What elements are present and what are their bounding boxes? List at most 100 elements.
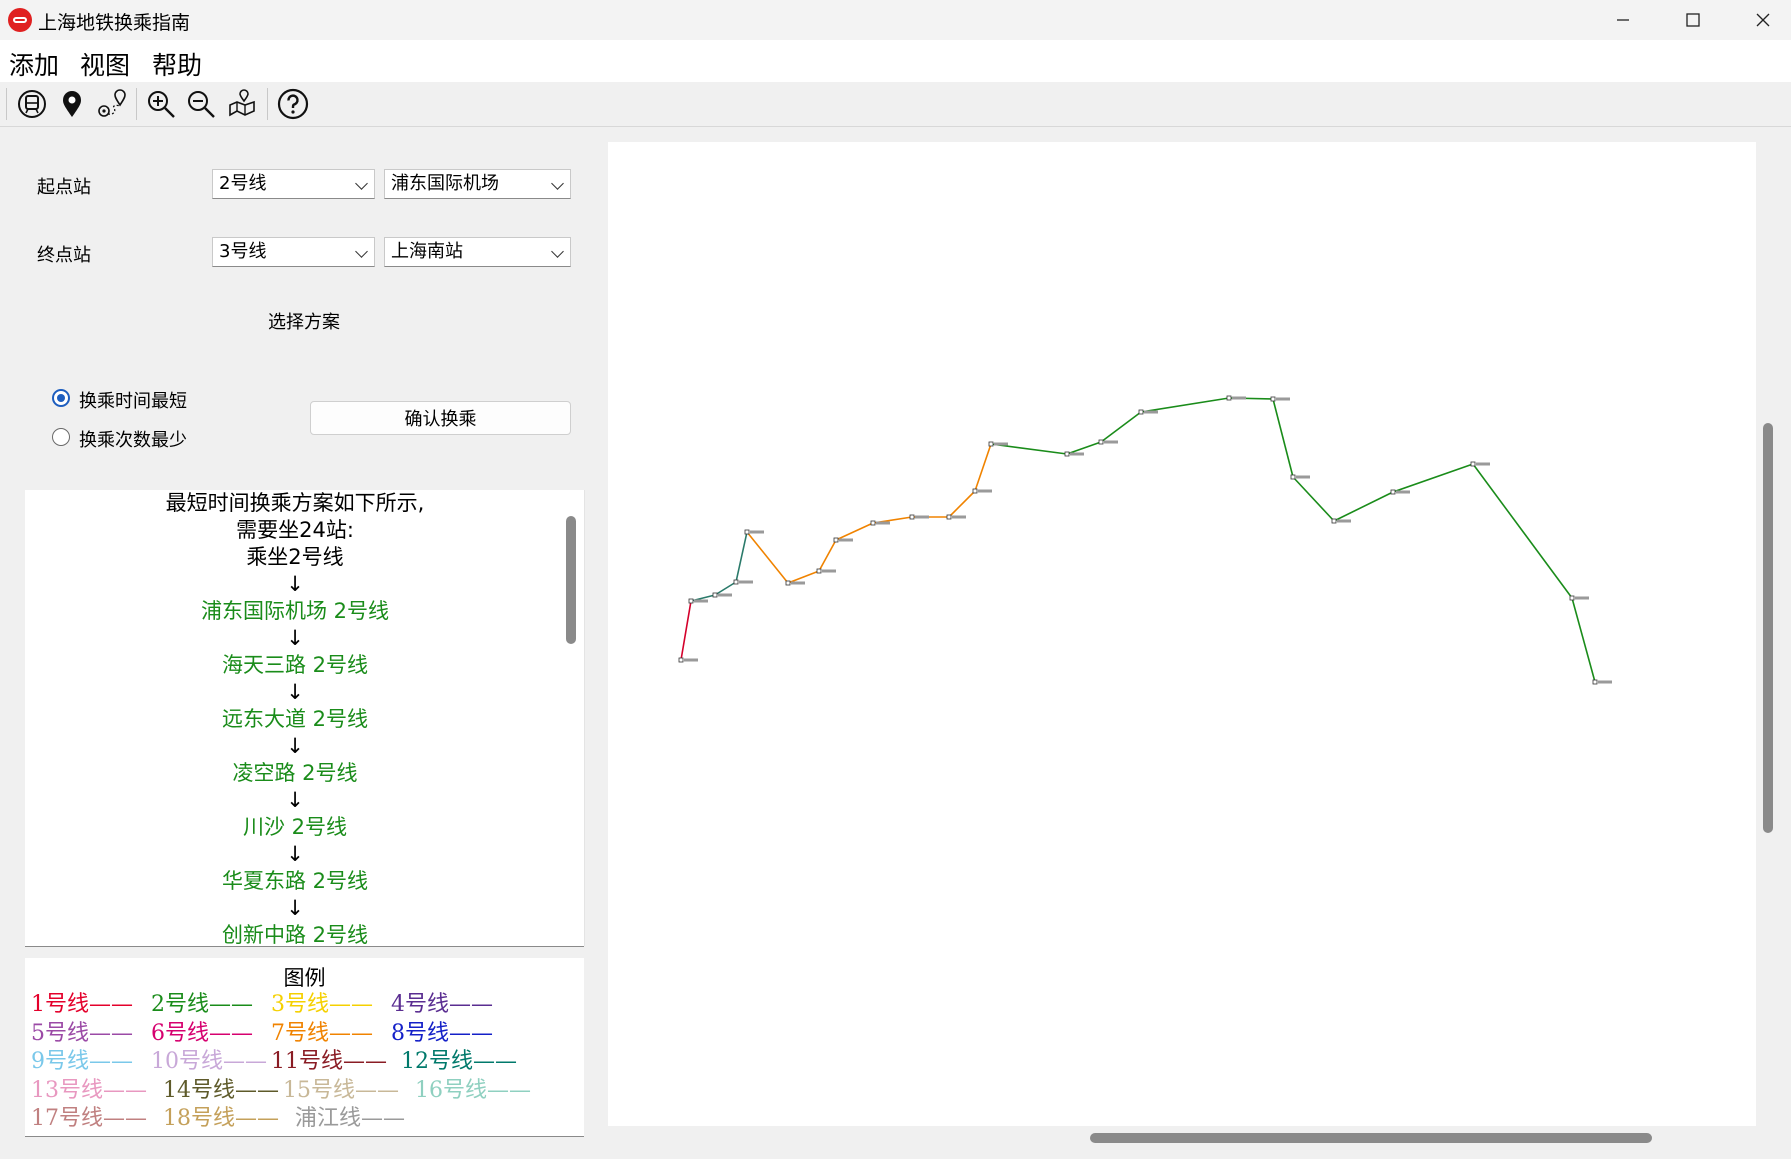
- station-label-mark: [1232, 396, 1246, 400]
- zoom-out-icon[interactable]: [184, 87, 218, 121]
- station-node: [870, 520, 876, 526]
- route-segment: [835, 522, 874, 541]
- location-pin-icon[interactable]: [55, 87, 89, 121]
- result-header-line: 最短时间换乘方案如下所示,: [165, 491, 425, 515]
- route-segment: [1100, 411, 1142, 443]
- legend-item: 浦江线——: [295, 1106, 406, 1131]
- end-line-value: 3号线: [219, 241, 267, 262]
- legend-item: 9号线——: [31, 1049, 133, 1074]
- legend-item: 18号线——: [163, 1106, 279, 1131]
- legend-item: 16号线——: [415, 1077, 531, 1103]
- station-label-mark: [718, 593, 732, 597]
- zoom-in-icon[interactable]: [144, 87, 178, 121]
- start-station-value: 浦东国际机场: [391, 173, 499, 194]
- menu-add[interactable]: 添加: [9, 46, 59, 82]
- station-node: [988, 441, 994, 447]
- minimize-icon[interactable]: [1588, 0, 1658, 40]
- metro-train-icon[interactable]: [15, 87, 49, 121]
- route-station: 凌空路 2号线: [232, 761, 358, 785]
- station-node: [1226, 395, 1232, 401]
- route-segment: [1140, 397, 1230, 413]
- result-panel[interactable]: 最短时间换乘方案如下所示, 需要坐24站: 乘坐2号线 ↓ 浦东国际机场 2号线 ↓ 海天三…: [25, 490, 585, 946]
- menu-help[interactable]: 帮助: [152, 46, 202, 82]
- radio-fewest-transfers[interactable]: [52, 428, 70, 446]
- map-vertical-scrollbar[interactable]: [1763, 423, 1773, 833]
- window-title: 上海地铁换乘指南: [38, 12, 191, 34]
- station-label-mark: [876, 521, 890, 525]
- legend-item: 1号线——: [31, 992, 133, 1017]
- down-arrow-icon: ↓: [286, 572, 304, 596]
- legend-item: 15号线——: [283, 1077, 399, 1103]
- legend-item: 12号线——: [401, 1049, 517, 1074]
- end-station-select[interactable]: 上海南站: [384, 237, 571, 267]
- down-arrow-icon: ↓: [286, 788, 304, 812]
- legend-item: 3号线——: [271, 992, 373, 1017]
- maximize-icon[interactable]: [1658, 0, 1728, 40]
- option-fewest-transfers-label[interactable]: 换乘次数最少: [79, 426, 187, 452]
- station-label-mark: [1598, 680, 1612, 684]
- start-line-value: 2号线: [219, 173, 267, 194]
- station-label-mark: [978, 489, 992, 493]
- route-segment: [974, 443, 992, 492]
- title-bar: 上海地铁换乘指南: [0, 0, 1791, 40]
- down-arrow-icon: ↓: [286, 842, 304, 866]
- route-segment: [1472, 463, 1573, 599]
- chevron-down-icon: [355, 245, 368, 258]
- station-node: [946, 514, 952, 520]
- close-icon[interactable]: [1728, 0, 1791, 40]
- legend-item: 11号线——: [271, 1049, 387, 1074]
- result-scrollbar[interactable]: [566, 516, 576, 644]
- legend-divider: [25, 1136, 584, 1137]
- station-label-mark: [915, 515, 929, 519]
- route-segment: [1392, 463, 1474, 493]
- menu-view[interactable]: 视图: [80, 46, 130, 82]
- route-segment: [1292, 476, 1335, 522]
- start-line-select[interactable]: 2号线: [212, 169, 375, 199]
- option-shortest-time-label[interactable]: 换乘时间最短: [79, 387, 187, 413]
- route-segment: [1066, 441, 1102, 455]
- legend-item: 10号线——: [151, 1049, 267, 1074]
- station-label-mark: [994, 442, 1008, 446]
- route-station: 创新中路 2号线: [221, 923, 369, 946]
- result-header-line: 需要坐24站:: [236, 518, 354, 542]
- route-segment: [680, 600, 692, 661]
- toolbar-separator: [6, 88, 7, 120]
- legend-item: 8号线——: [391, 1020, 493, 1046]
- route-station: 华夏东路 2号线: [221, 869, 369, 893]
- station-label-mark: [1476, 462, 1490, 466]
- station-label-mark: [839, 538, 853, 542]
- station-node: [1290, 474, 1296, 480]
- route-pins-icon[interactable]: [95, 87, 129, 121]
- route-map[interactable]: [608, 142, 1756, 1126]
- station-label-mark: [822, 569, 836, 573]
- help-icon[interactable]: [276, 87, 310, 121]
- end-line-select[interactable]: 3号线: [212, 237, 375, 267]
- result-divider: [25, 946, 584, 947]
- legend-item: 6号线——: [151, 1020, 253, 1046]
- route-segment: [1272, 398, 1294, 478]
- station-label-mark: [1396, 490, 1410, 494]
- legend-item: 7号线——: [271, 1020, 373, 1046]
- route-map-canvas: [678, 395, 1612, 685]
- confirm-transfer-button[interactable]: 确认换乘: [310, 401, 571, 435]
- route-segment: [746, 531, 789, 584]
- station-label-mark: [1144, 410, 1158, 414]
- route-station: 海天三路 2号线: [221, 653, 369, 677]
- legend-panel: 图例 1号线—— 2号线—— 3号线—— 4号线—— 5号线—— 6号线—— 7号线—— 8号…: [25, 958, 584, 1136]
- start-station-select[interactable]: 浦东国际机场: [384, 169, 571, 199]
- scheme-label: 选择方案: [268, 312, 340, 333]
- down-arrow-icon: ↓: [286, 896, 304, 920]
- station-label-mark: [684, 658, 698, 662]
- map-icon[interactable]: [225, 87, 259, 121]
- route-segment: [818, 539, 837, 572]
- route-segment: [787, 570, 820, 584]
- station-node: [785, 580, 791, 586]
- legend-item: 14号线——: [163, 1077, 279, 1103]
- radio-shortest-time[interactable]: [52, 389, 70, 407]
- result-header-line: 乘坐2号线: [246, 545, 344, 569]
- station-label-mark: [750, 530, 764, 534]
- map-horizontal-scrollbar[interactable]: [1090, 1133, 1652, 1143]
- station-node: [909, 514, 915, 520]
- station-label-mark: [1337, 519, 1351, 523]
- station-node: [688, 598, 694, 604]
